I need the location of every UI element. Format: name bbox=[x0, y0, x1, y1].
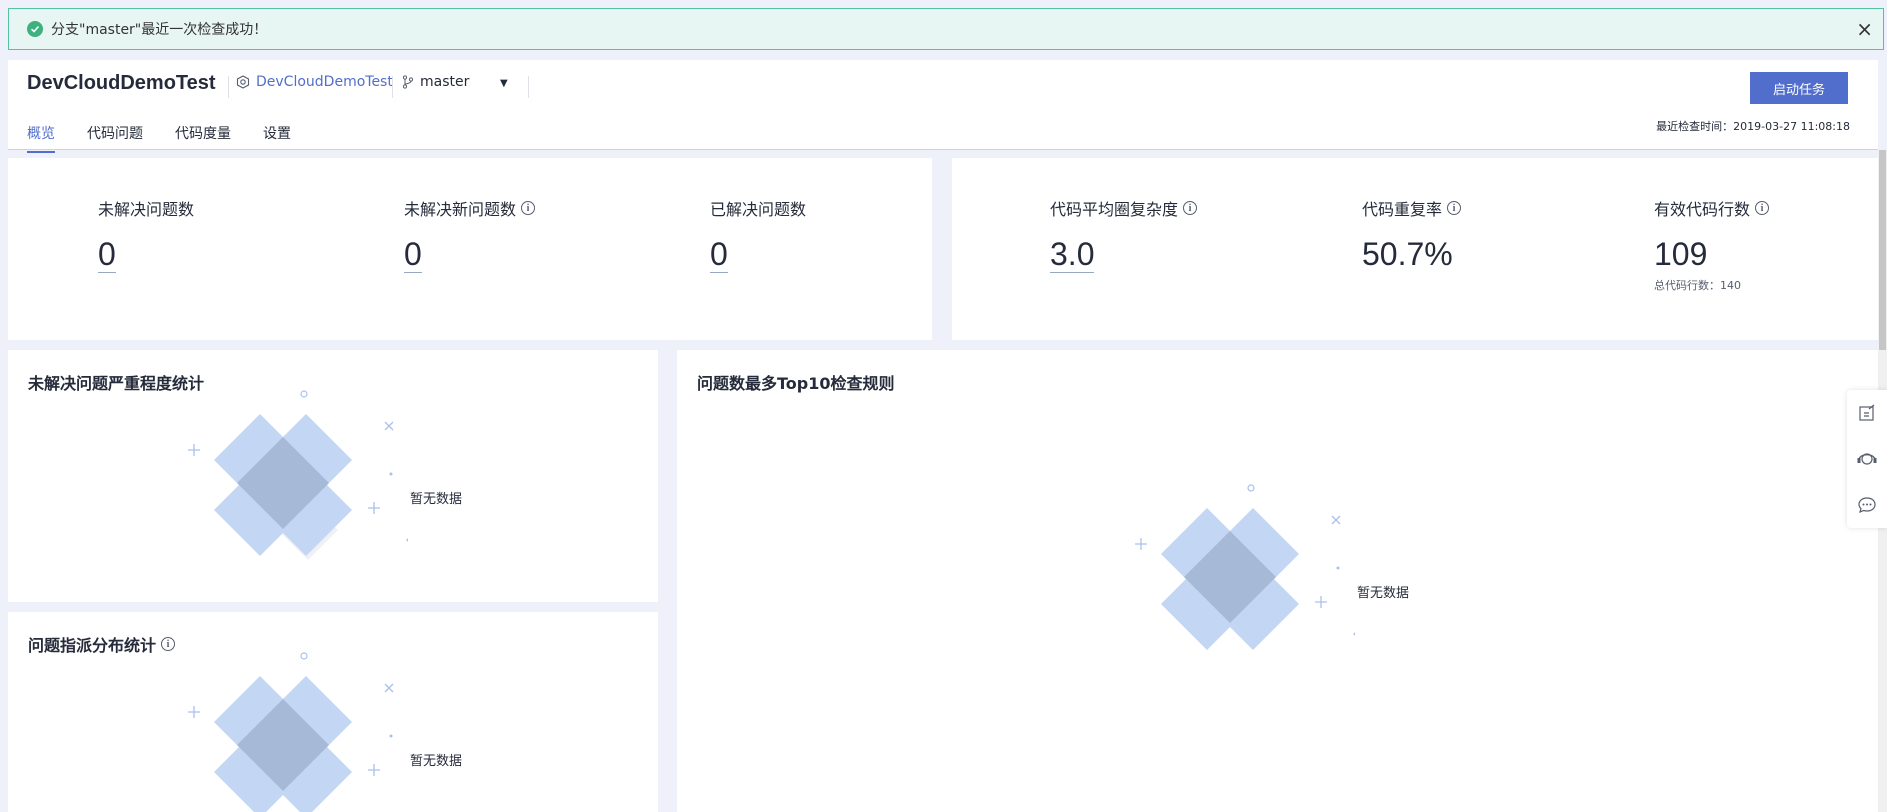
tab-bar: 概览 代码问题 代码度量 设置 bbox=[27, 123, 323, 153]
metric-value[interactable]: 0 bbox=[710, 236, 728, 273]
empty-state: 暂无数据 bbox=[1125, 484, 1445, 684]
info-icon[interactable]: i bbox=[161, 637, 176, 651]
caret-down-icon: ▼ bbox=[500, 78, 508, 89]
issues-summary-panel: 未解决问题数 0 未解决新问题数 i 0 已解决问题数 0 bbox=[8, 158, 932, 340]
tab-code-issues[interactable]: 代码问题 bbox=[87, 123, 143, 153]
repo-icon bbox=[236, 75, 250, 89]
metric-label: 代码重复率 bbox=[1362, 200, 1443, 219]
severity-stats-card: 未解决问题严重程度统计 暂无数据 bbox=[8, 350, 658, 602]
metric-value[interactable]: 3.0 bbox=[1050, 236, 1095, 273]
metric-value: 50.7% bbox=[1362, 236, 1453, 272]
empty-state: 暂无数据 bbox=[178, 652, 498, 812]
tab-settings[interactable]: 设置 bbox=[263, 123, 291, 153]
total-lines: 总代码行数：140 bbox=[1654, 279, 1741, 292]
project-header: DevCloudDemoTest DevCloudDemoTest master… bbox=[8, 60, 1878, 153]
metric-duplication: 代码重复率 i 50.7% bbox=[1362, 196, 1462, 273]
empty-box-illustration bbox=[188, 652, 394, 812]
metric-label: 未解决新问题数 bbox=[404, 200, 517, 219]
metric-label: 代码平均圈复杂度 bbox=[1050, 200, 1179, 219]
info-icon[interactable]: i bbox=[1183, 201, 1198, 215]
start-task-button[interactable]: 启动任务 bbox=[1750, 72, 1848, 104]
feedback-edit-icon[interactable] bbox=[1847, 390, 1887, 436]
chat-icon[interactable] bbox=[1847, 482, 1887, 528]
project-title: DevCloudDemoTest bbox=[27, 72, 216, 94]
card-title: 问题数最多Top10检查规则 bbox=[697, 374, 895, 393]
info-icon[interactable]: i bbox=[521, 201, 536, 215]
repo-name: DevCloudDemoTest bbox=[256, 74, 393, 90]
empty-state: 暂无数据 bbox=[178, 390, 498, 590]
divider bbox=[392, 76, 393, 98]
metric-label: 未解决问题数 bbox=[98, 200, 195, 219]
customer-service-icon[interactable] bbox=[1847, 436, 1887, 482]
assign-stats-card: 问题指派分布统计 i 暂无数据 bbox=[8, 612, 658, 812]
success-banner: 分支"master"最近一次检查成功！ × bbox=[8, 8, 1884, 50]
branch-name: master bbox=[420, 74, 470, 90]
repo-link[interactable]: DevCloudDemoTest bbox=[236, 74, 393, 90]
branch-icon bbox=[402, 75, 414, 89]
top10-rules-card: 问题数最多Top10检查规则 暂无数据 bbox=[677, 350, 1887, 812]
metric-effective-lines: 有效代码行数 i 109 总代码行数：140 bbox=[1654, 196, 1770, 293]
branch-select[interactable]: master ▼ bbox=[402, 74, 508, 90]
floating-toolbar bbox=[1847, 390, 1887, 528]
check-circle-icon bbox=[27, 21, 43, 37]
metric-label: 已解决问题数 bbox=[710, 200, 807, 219]
tab-code-metrics[interactable]: 代码度量 bbox=[175, 123, 231, 153]
tab-overview[interactable]: 概览 bbox=[27, 123, 55, 153]
metric-unresolved-new: 未解决新问题数 i 0 bbox=[404, 196, 536, 273]
metric-complexity: 代码平均圈复杂度 i 3.0 bbox=[1050, 196, 1198, 273]
metric-label: 有效代码行数 bbox=[1654, 200, 1751, 219]
info-icon[interactable]: i bbox=[1755, 201, 1770, 215]
divider bbox=[528, 76, 529, 98]
banner-message: 分支"master"最近一次检查成功！ bbox=[51, 22, 268, 38]
metric-value[interactable]: 0 bbox=[98, 236, 116, 273]
metric-value: 109 bbox=[1654, 236, 1708, 272]
empty-text: 暂无数据 bbox=[410, 492, 463, 507]
metric-value[interactable]: 0 bbox=[404, 236, 422, 273]
empty-text: 暂无数据 bbox=[1357, 586, 1410, 601]
metric-resolved: 已解决问题数 0 bbox=[710, 196, 806, 273]
last-check-time: 最近检查时间：2019-03-27 11:08:18 bbox=[1656, 120, 1850, 133]
empty-text: 暂无数据 bbox=[410, 754, 463, 769]
metric-unresolved: 未解决问题数 0 bbox=[98, 196, 194, 273]
info-icon[interactable]: i bbox=[1447, 201, 1462, 215]
empty-box-illustration bbox=[188, 390, 450, 560]
card-title: 问题指派分布统计 bbox=[28, 636, 157, 655]
scrollbar-thumb[interactable] bbox=[1879, 150, 1886, 350]
code-metrics-panel: 代码平均圈复杂度 i 3.0 代码重复率 i 50.7% 有效代码行数 i 109 总… bbox=[952, 158, 1887, 340]
divider bbox=[228, 76, 229, 98]
empty-box-illustration bbox=[1135, 484, 1357, 650]
close-icon[interactable]: × bbox=[1856, 18, 1873, 40]
